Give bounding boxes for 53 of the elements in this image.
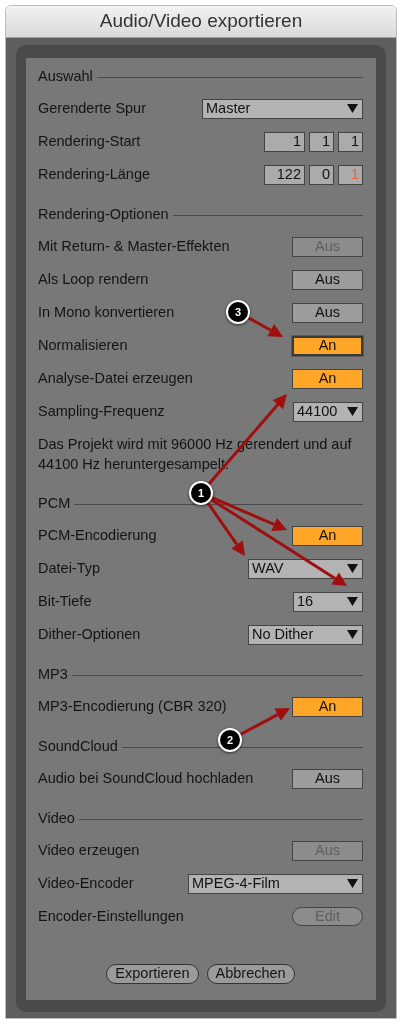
- toggle-button[interactable]: An: [292, 525, 363, 546]
- setting-label: Sampling-Frequenz: [38, 401, 165, 421]
- window-title: Audio/Video exportieren: [6, 6, 396, 38]
- dialog-button[interactable]: Abbrechen: [206, 964, 295, 984]
- setting-label: Video-Encoder: [38, 873, 134, 893]
- toggle-button[interactable]: An: [292, 696, 363, 717]
- setting-label: In Mono konvertieren: [38, 302, 175, 322]
- section-title: Auswahl: [38, 67, 93, 87]
- toggle-button[interactable]: Aus: [292, 302, 363, 323]
- toggle-button[interactable]: An: [292, 335, 363, 356]
- number-field[interactable]: 0: [309, 164, 334, 185]
- section-title: Video: [38, 809, 75, 829]
- toggle-button[interactable]: Aus: [292, 269, 363, 290]
- setting-label: Als Loop rendern: [38, 269, 149, 289]
- setting-label: MP3-Encodierung (CBR 320): [38, 696, 227, 716]
- section-title: Rendering-Optionen: [38, 205, 169, 225]
- setting-label: Rendering-Start: [38, 131, 141, 151]
- caret-icon: [347, 104, 358, 113]
- caret-icon: [347, 407, 358, 416]
- dropdown[interactable]: 16: [293, 591, 363, 612]
- setting-label: Normalisieren: [38, 335, 128, 355]
- setting-label: Audio bei SoundCloud hochladen: [38, 768, 254, 788]
- caret-icon: [347, 630, 358, 639]
- setting-label: Mit Return- & Master-Effekten: [38, 236, 230, 256]
- toggle-button[interactable]: Aus: [292, 768, 363, 789]
- number-field[interactable]: 1: [309, 131, 334, 152]
- setting-label: Rendering-Länge: [38, 164, 151, 184]
- dialog-button[interactable]: Exportieren: [106, 964, 199, 984]
- caret-icon: [347, 879, 358, 888]
- setting-label: Gerenderte Spur: [38, 98, 146, 118]
- section-title: MP3: [38, 665, 68, 685]
- caret-icon: [347, 597, 358, 606]
- number-field[interactable]: 1: [264, 131, 305, 152]
- number-field[interactable]: 1: [338, 131, 363, 152]
- dropdown[interactable]: MPEG-4-Film: [188, 873, 363, 894]
- setting-label: Datei-Typ: [38, 558, 101, 578]
- setting-label: Encoder-Einstellungen: [38, 906, 184, 926]
- dropdown[interactable]: WAV: [248, 558, 363, 579]
- setting-label: Dither-Optionen: [38, 624, 141, 644]
- section-title: SoundCloud: [38, 737, 118, 757]
- dropdown[interactable]: No Dither: [248, 624, 363, 645]
- setting-label: PCM-Encodierung: [38, 525, 157, 545]
- arrow: [239, 708, 290, 736]
- setting-label: Bit-Tiefe: [38, 591, 92, 611]
- caret-icon: [347, 564, 358, 573]
- setting-label: Analyse-Datei erzeugen: [38, 368, 193, 388]
- number-field[interactable]: 122: [264, 164, 305, 185]
- dropdown[interactable]: 44100: [293, 401, 363, 422]
- setting-label: Video erzeugen: [38, 840, 140, 860]
- dropdown[interactable]: Master: [202, 98, 363, 119]
- toggle-button[interactable]: An: [292, 368, 363, 389]
- arrow: [247, 316, 283, 337]
- section-title: PCM: [38, 494, 71, 514]
